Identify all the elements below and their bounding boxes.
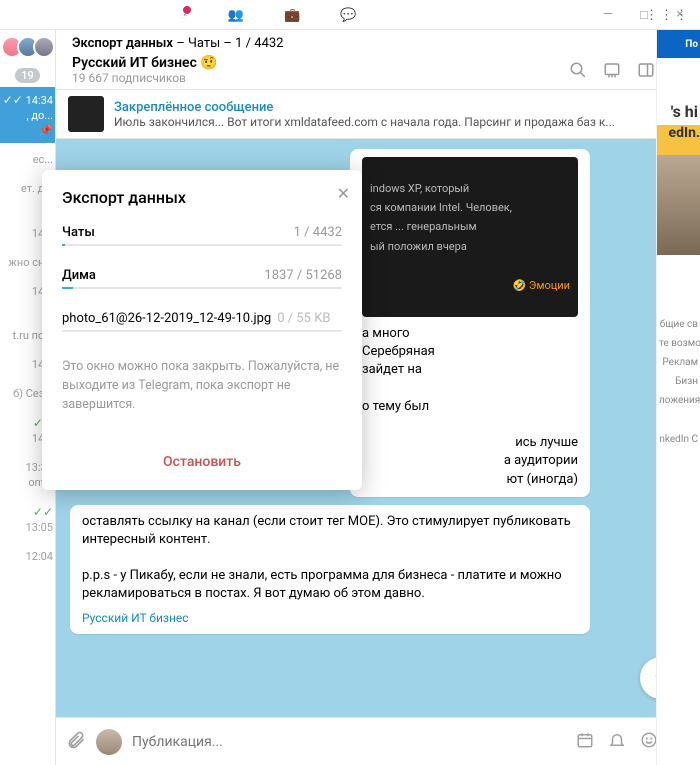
progress-bar — [62, 287, 342, 289]
chat-item[interactable]: ✓✓13:05 — [0, 499, 55, 540]
chat-icon[interactable]: 💬 — [340, 8, 356, 23]
avatar[interactable] — [33, 36, 55, 58]
pinned-message[interactable]: Закреплённое сообщение Июль закончился..… — [56, 90, 700, 139]
message-text: а аудитории — [362, 452, 578, 470]
stop-button[interactable]: Остановить — [62, 448, 342, 476]
message-text: ют (иногда) — [362, 471, 578, 489]
link-fragment[interactable]: те возмо — [657, 334, 700, 353]
message-composer — [56, 717, 700, 765]
message-image[interactable]: indows XP, который ся компании Intel. Че… — [362, 157, 578, 317]
pinned-body: Июль закончился... Вот итоги xmldatafeed… — [114, 115, 662, 129]
chat-header: Экспорт данных – Чаты – 1 / 4432 Русский… — [56, 30, 700, 90]
message[interactable]: оставлять ссылку на канал (если стоит те… — [70, 505, 590, 635]
link-fragment[interactable]: nkedIn C — [657, 430, 700, 449]
chat-item[interactable]: ✓✓ 14:34 , до... 📌 — [0, 87, 55, 143]
notif-icon[interactable]: ◔ — [180, 7, 188, 23]
comments-icon[interactable] — [602, 60, 622, 80]
message-signature[interactable]: Русский ИТ бизнес — [82, 610, 578, 627]
message[interactable]: indows XP, который ся компании Intel. Че… — [350, 149, 590, 497]
right-panel-fragment: По 's hi edIn. бщие св те возмо Реклам Б… — [656, 30, 700, 765]
message-text: а много — [362, 325, 578, 343]
link-fragment[interactable]: бщие св — [657, 315, 700, 334]
chat-time: 14:34 — [26, 94, 53, 107]
ad-banner: edIn. — [657, 125, 700, 155]
export-file-size: 0 / 55 KB — [277, 311, 330, 326]
linkedin-header: По — [657, 30, 700, 58]
export-title: Экспорт данных — [62, 188, 342, 207]
chat-item[interactable]: 12:04 — [0, 544, 55, 569]
ad-image — [657, 155, 700, 255]
pin-icon: 📌 — [39, 124, 53, 137]
message-text: p.p.s - у Пикабу, если не знали, есть пр… — [82, 567, 578, 603]
export-chats-progress: 1 / 4432 — [294, 225, 342, 240]
read-ticks-icon: ✓✓ — [3, 93, 23, 107]
progress-bar — [62, 330, 342, 332]
export-dialog: Экспорт данных ✕ Чаты 1 / 4432 Дима 1837… — [42, 170, 362, 490]
export-file-name: photo_61@26-12-2019_12-49-10.jpg0 / 55 K… — [62, 311, 330, 326]
close-icon[interactable]: ✕ — [337, 184, 350, 203]
sidebar-toggle-icon[interactable] — [636, 60, 656, 80]
chat-item[interactable]: ес... — [0, 147, 55, 172]
link-fragment[interactable]: Бизн — [657, 372, 700, 391]
export-chats-label: Чаты — [62, 225, 95, 240]
briefcase-icon[interactable]: 💼 — [284, 8, 300, 23]
chat-title[interactable]: Русский ИТ бизнес 🤨 — [72, 55, 218, 71]
grid-icon[interactable]: ⋮⋮⋮ — [645, 8, 690, 23]
message-text: оставлять ссылку на канал (если стоит те… — [82, 513, 578, 549]
message-text: ись лучше — [362, 434, 578, 452]
unread-badge: 19 — [15, 68, 40, 83]
export-hint: Это окно можно пока закрыть. Пожалуйста,… — [62, 358, 342, 414]
chat-preview: , до... — [26, 109, 53, 122]
search-icon[interactable] — [568, 60, 588, 80]
link-fragment[interactable]: ложения — [657, 391, 700, 410]
pinned-title: Закреплённое сообщение — [114, 100, 662, 115]
os-top-row: ◔ 👥 💼 💬 ⋮⋮⋮ — [0, 0, 700, 30]
account-avatars[interactable] — [1, 36, 55, 58]
message-input[interactable] — [132, 734, 566, 750]
subscriber-count: 19 667 подписчиков — [72, 71, 218, 85]
message-text: зайдет на — [362, 361, 578, 379]
breadcrumb: Экспорт данных – Чаты – 1 / 4432 — [72, 36, 690, 51]
schedule-icon[interactable] — [576, 731, 594, 753]
composer-avatar[interactable] — [96, 729, 122, 755]
message-text: Серебряная — [362, 343, 578, 361]
attach-icon[interactable] — [66, 730, 86, 754]
link-fragment[interactable]: Реклам — [657, 353, 700, 372]
export-item-progress: 1837 / 51268 — [264, 268, 342, 283]
pinned-thumb — [68, 96, 104, 132]
progress-bar — [62, 244, 342, 246]
notification-icon[interactable] — [608, 731, 626, 753]
message-text: о тему был — [362, 398, 578, 416]
export-item-label: Дима — [62, 268, 96, 283]
people-icon[interactable]: 👥 — [228, 8, 244, 23]
